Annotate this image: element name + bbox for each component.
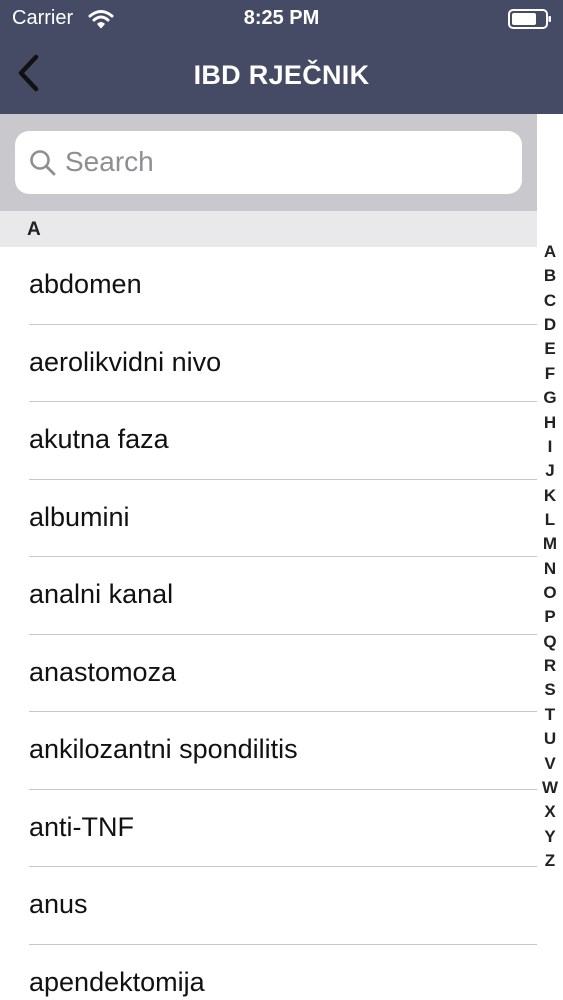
index-letter-p[interactable]: P (544, 608, 555, 625)
section-header: A (0, 211, 537, 247)
index-letter-s[interactable]: S (544, 681, 555, 698)
section-letter: A (27, 219, 41, 240)
status-bar: Carrier 8:25 PM (0, 0, 563, 38)
index-letter-a[interactable]: A (544, 243, 556, 260)
list-item[interactable]: anti-TNF (0, 790, 537, 867)
list-item-label: albumini (29, 501, 130, 532)
index-letter-i[interactable]: I (548, 438, 553, 455)
list-item-label: akutna faza (29, 424, 169, 454)
list-item[interactable]: apendektomija (0, 945, 537, 1000)
list-item[interactable]: analni kanal (0, 557, 537, 635)
list-item-label: anti-TNF (29, 811, 135, 842)
index-letter-d[interactable]: D (544, 316, 556, 333)
index-letter-y[interactable]: Y (544, 828, 555, 845)
index-letter-k[interactable]: K (544, 487, 556, 504)
index-letter-b[interactable]: B (544, 267, 556, 284)
list-item-label: abdomen (29, 269, 142, 299)
search-icon (29, 149, 57, 177)
index-letter-c[interactable]: C (544, 292, 556, 309)
index-letter-n[interactable]: N (544, 560, 556, 577)
list-item[interactable]: ankilozantni spondilitis (0, 712, 537, 790)
index-letter-f[interactable]: F (545, 365, 555, 382)
index-letter-r[interactable]: R (544, 657, 556, 674)
index-letter-u[interactable]: U (544, 730, 556, 747)
index-letter-q[interactable]: Q (543, 633, 556, 650)
index-letter-m[interactable]: M (543, 535, 557, 552)
index-letter-v[interactable]: V (544, 755, 555, 772)
list-item-label: analni kanal (29, 579, 174, 609)
status-time: 8:25 PM (243, 7, 320, 29)
term-list: abdomen aerolikvidni nivo akutna faza al… (0, 247, 537, 1000)
list-item-label: anastomoza (29, 656, 177, 687)
list-item[interactable]: anus (0, 867, 537, 945)
list-item-label: ankilozantni spondilitis (29, 734, 298, 764)
index-letter-x[interactable]: X (544, 803, 555, 820)
navigation-bar: IBD RJEČNIK (0, 38, 563, 114)
index-letter-h[interactable]: H (544, 414, 556, 431)
index-letter-l[interactable]: L (545, 511, 555, 528)
index-letter-w[interactable]: W (542, 779, 558, 796)
search-bar[interactable] (15, 131, 522, 194)
index-letter-t[interactable]: T (545, 706, 555, 723)
list-item-label: apendektomija (29, 966, 205, 997)
index-letter-g[interactable]: G (543, 389, 556, 406)
alphabet-index[interactable]: A B C D E F G H I J K L M N O P Q R S T … (537, 243, 563, 869)
page-title: IBD RJEČNIK (193, 60, 370, 90)
list-item[interactable]: aerolikvidni nivo (0, 325, 537, 402)
list-item-label: aerolikvidni nivo (29, 346, 222, 377)
battery-icon (508, 9, 552, 29)
search-input[interactable] (65, 141, 505, 183)
list-item-label: anus (29, 889, 88, 919)
search-area (0, 114, 537, 211)
list-item[interactable]: anastomoza (0, 635, 537, 712)
index-letter-e[interactable]: E (544, 340, 555, 357)
list-item[interactable]: akutna faza (0, 402, 537, 480)
list-item[interactable]: abdomen (0, 247, 537, 325)
index-letter-j[interactable]: J (545, 462, 554, 479)
app-header: Carrier 8:25 PM IBD RJEČNIK (0, 0, 563, 114)
index-letter-o[interactable]: O (543, 584, 556, 601)
index-letter-z[interactable]: Z (545, 852, 555, 869)
list-item[interactable]: albumini (0, 480, 537, 557)
